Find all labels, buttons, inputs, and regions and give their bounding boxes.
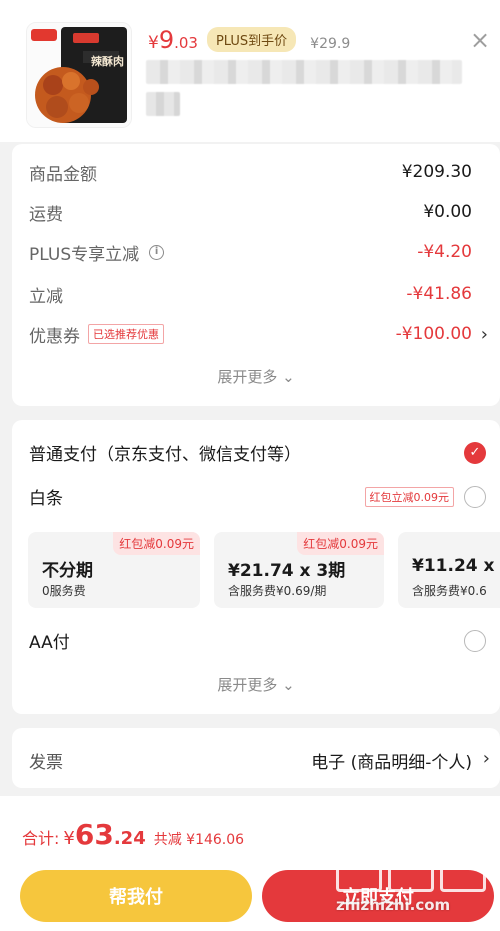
watermark-glyph [440,846,486,892]
payment-method-card: 普通支付（京东支付、微信支付等） ✓ 白条 红包立减0.09元 红包减0.09元… [12,420,500,714]
plan-subtitle: 含服务费¥0.6 [412,584,487,598]
expand-more-link[interactable]: 展开更多 ⌄ [12,674,500,695]
radio-unchecked-icon[interactable] [464,629,486,652]
watermark-logo [336,846,500,892]
price-integer: 9 [158,26,175,54]
installment-plan-none[interactable]: 红包减0.09元 不分期 0服务费 [28,532,200,608]
invoice-value: 电子 (商品明细-个人) [311,753,472,773]
plan-tag: 红包减0.09元 [113,532,200,555]
watermark-glyph [336,846,382,892]
coupon-tag: 已选推荐优惠 [88,324,164,344]
summary-row-instant-discount: 立减 -¥41.86 [29,280,472,308]
product-price: ¥ 9 .03 PLUS到手价 ¥29.9 [148,26,350,55]
checked-icon[interactable]: ✓ [464,441,486,464]
summary-label: 立减 [29,286,63,307]
summary-value: ¥209.30 [401,162,472,182]
total-decimal: .24 [113,828,146,849]
summary-value: -¥41.86 [406,284,472,304]
summary-row-shipping: 运费 ¥0.00 [29,198,472,226]
summary-label: 运费 [29,204,63,225]
watermark-text: zhizhizhi.com [336,896,451,914]
chevron-right-icon: › [482,748,490,769]
summary-label: 优惠券 [29,326,80,347]
chevron-right-icon: › [480,323,488,345]
expand-more-link[interactable]: 展开更多 ⌄ [12,366,500,387]
watermark: zhizhizhi.com [336,846,500,931]
total-currency: ¥ [63,828,75,849]
summary-value: -¥4.20 [417,242,472,262]
payment-option-label: AA付 [29,633,70,653]
plan-tag: 红包减0.09元 [297,532,384,555]
info-icon[interactable]: i [149,244,165,260]
product-image[interactable]: 辣酥肉 [26,22,132,128]
summary-label-wrap: PLUS专享立减 i [29,240,417,265]
radio-unchecked-icon[interactable] [464,485,486,508]
payment-option-normal[interactable]: 普通支付（京东支付、微信支付等） ✓ [29,440,486,465]
total-label: 合计: [22,829,60,848]
watermark-glyph [388,846,434,892]
price-decimal: .03 [174,34,198,52]
help-me-pay-button[interactable]: 帮我付 [20,870,252,922]
plan-subtitle: 0服务费 [42,584,86,598]
invoice-row[interactable]: 发票 电子 (商品明细-个人) › [12,728,500,788]
total-integer: 63 [74,818,114,851]
installment-plan-6[interactable]: ¥11.24 x 6 含服务费¥0.6 [398,532,500,608]
payment-option-label: 普通支付（京东支付、微信支付等） [29,445,301,465]
summary-value: ¥0.00 [423,202,472,222]
payment-option-aa[interactable]: AA付 [29,628,486,653]
baitiao-promo-tag: 红包立减0.09元 [364,486,454,507]
plan-title: ¥21.74 x 3期 [228,561,346,581]
product-header: 辣酥肉 ¥ 9 .03 PLUS到手价 ¥29.9 × [0,0,500,142]
payment-option-label: 白条 [29,489,63,509]
price-summary-card: 商品金额 ¥209.30 运费 ¥0.00 PLUS专享立减 i -¥4.20 … [12,144,500,406]
original-price: ¥29.9 [310,36,351,52]
plan-subtitle: 含服务费¥0.69/期 [228,584,327,598]
summary-label-wrap: 优惠券 已选推荐优惠 [29,322,396,347]
product-name-art: 辣酥肉 [91,55,124,68]
summary-label: 商品金额 [29,164,97,185]
close-icon[interactable]: × [470,28,490,52]
summary-label: PLUS专享立减 [29,244,140,265]
plus-price-badge: PLUS到手价 [206,27,297,52]
payment-option-baitiao[interactable]: 白条 红包立减0.09元 [29,484,486,509]
product-spec-blurred [146,92,180,116]
summary-value: -¥100.00 [395,324,472,344]
plan-title: 不分期 [42,561,93,581]
summary-row-plus-discount: PLUS专享立减 i -¥4.20 [29,238,472,266]
invoice-label: 发票 [29,753,63,773]
installment-plan-3[interactable]: 红包减0.09元 ¥21.74 x 3期 含服务费¥0.69/期 [214,532,384,608]
total-savings: 共减 ¥146.06 [153,832,245,848]
plan-title: ¥11.24 x 6 [412,556,500,576]
total-amount: 合计: ¥ 63 .24 共减 ¥146.06 [22,818,244,851]
product-image-art [27,23,131,127]
price-currency: ¥ [148,33,159,53]
summary-row-coupon[interactable]: 优惠券 已选推荐优惠 -¥100.00 › [29,320,488,348]
summary-row-goods-amount: 商品金额 ¥209.30 [29,158,472,186]
product-title-blurred [146,60,462,84]
installment-plans: 红包减0.09元 不分期 0服务费 红包减0.09元 ¥21.74 x 3期 含… [28,532,500,608]
